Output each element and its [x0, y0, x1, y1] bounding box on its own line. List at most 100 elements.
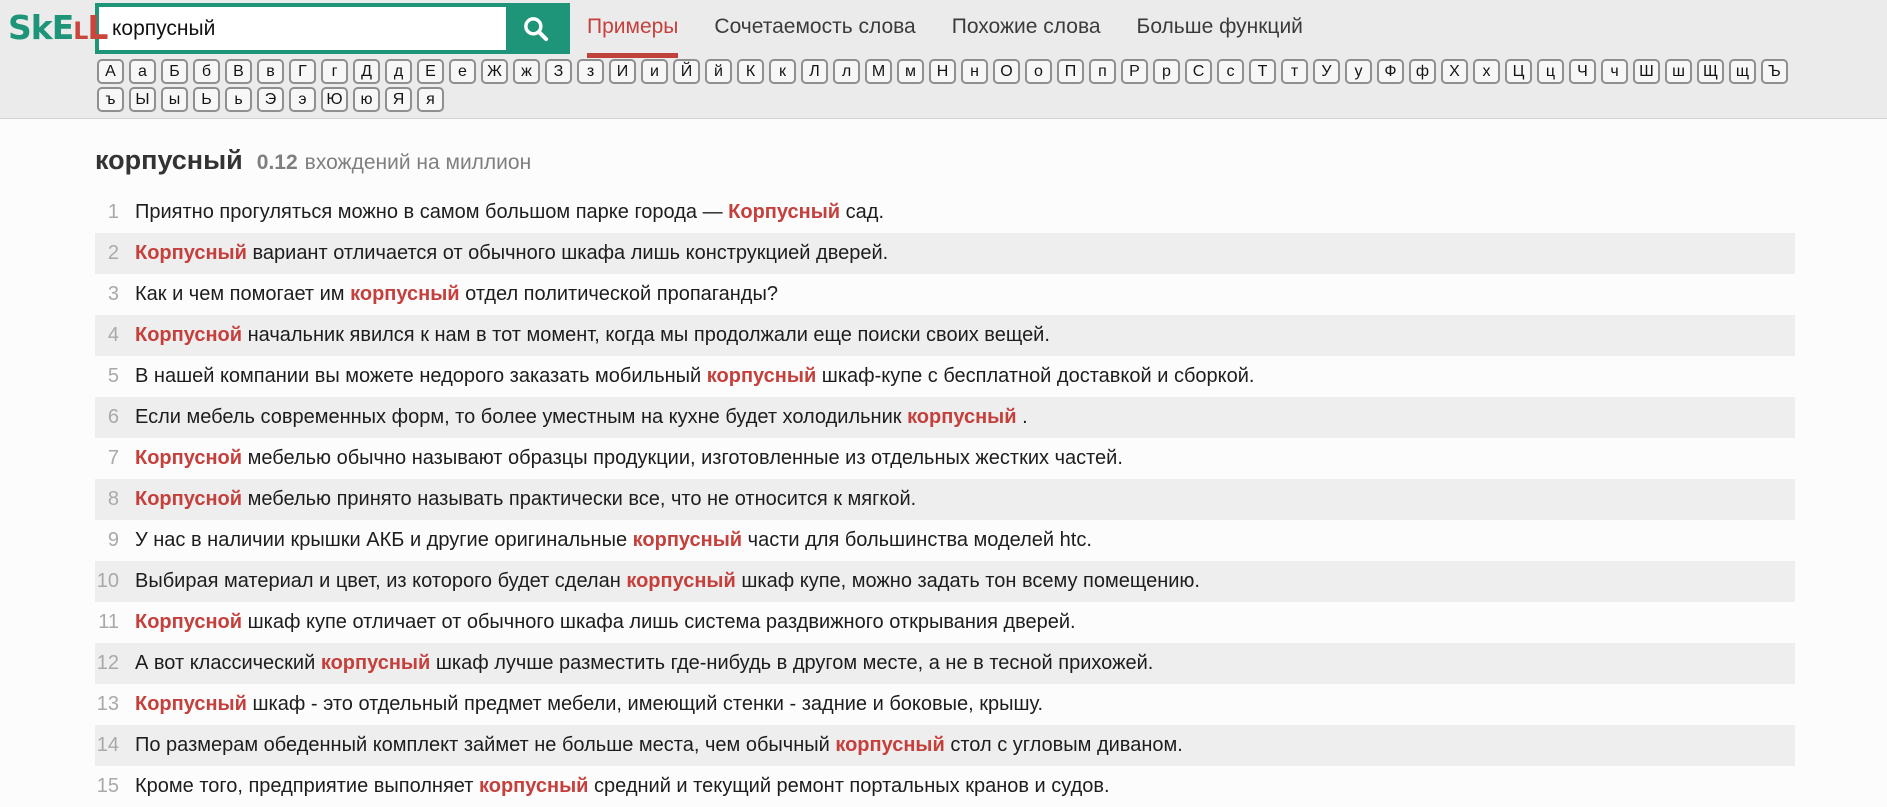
alphabet-letter-ж[interactable]: ж: [513, 59, 540, 84]
alphabet-letter-Б[interactable]: Б: [161, 59, 188, 84]
alphabet-letter-л[interactable]: л: [833, 59, 860, 84]
alphabet-letter-Э[interactable]: Э: [257, 87, 284, 112]
header-top-row: SkELL Примеры Сочетаемость слова Похожие…: [0, 0, 1887, 58]
alphabet-letter-э[interactable]: э: [289, 87, 316, 112]
example-row: 6Если мебель современных форм, то более …: [95, 397, 1795, 438]
alphabet-letter-Ы[interactable]: Ы: [129, 87, 156, 112]
alphabet-letter-Г[interactable]: Г: [289, 59, 316, 84]
example-row: 5В нашей компании вы можете недорого зак…: [95, 356, 1795, 397]
example-number: 14: [95, 734, 119, 757]
example-sentence: Корпусной мебелью обычно называют образц…: [135, 447, 1123, 470]
alphabet-letter-Т[interactable]: Т: [1249, 59, 1276, 84]
alphabet-letter-П[interactable]: П: [1057, 59, 1084, 84]
alphabet-letter-к[interactable]: к: [769, 59, 796, 84]
example-number: 1: [95, 201, 119, 224]
alphabet-letter-м[interactable]: м: [897, 59, 924, 84]
alphabet-letter-Х[interactable]: Х: [1441, 59, 1468, 84]
alphabet-letter-б[interactable]: б: [193, 59, 220, 84]
alphabet-letter-Ж[interactable]: Ж: [481, 59, 508, 84]
alphabet-letter-з[interactable]: з: [577, 59, 604, 84]
tab-similar-words[interactable]: Похожие слова: [952, 0, 1101, 58]
example-sentence: Корпусной начальник явился к нам в тот м…: [135, 324, 1050, 347]
alphabet-letter-я[interactable]: я: [417, 87, 444, 112]
examples-list: 1 Приятно прогуляться можно в самом больш…: [95, 192, 1795, 807]
alphabet-letter-М[interactable]: М: [865, 59, 892, 84]
frequency-unit: вхождений на миллион: [305, 151, 532, 175]
alphabet-letter-ю[interactable]: ю: [353, 87, 380, 112]
example-sentence: Как и чем помогает им корпусный отдел по…: [135, 283, 778, 306]
example-sentence: Корпусной шкаф купе отличает от обычного…: [135, 611, 1076, 634]
example-row: 1 Приятно прогуляться можно в самом больш…: [95, 192, 1795, 233]
alphabet-letter-С[interactable]: С: [1185, 59, 1212, 84]
skell-logo[interactable]: SkELL: [0, 0, 95, 86]
keyword-highlight: корпусный: [350, 283, 459, 305]
alphabet-letter-у[interactable]: у: [1345, 59, 1372, 84]
keyword-highlight: Корпусной: [135, 324, 242, 346]
tab-examples[interactable]: Примеры: [587, 0, 678, 58]
alphabet-letter-Н[interactable]: Н: [929, 59, 956, 84]
search-input[interactable]: [99, 7, 506, 50]
keyword-highlight: Корпусной: [135, 488, 242, 510]
example-number: 9: [95, 529, 119, 552]
alphabet-letter-ф[interactable]: ф: [1409, 59, 1436, 84]
alphabet-letter-г[interactable]: г: [321, 59, 348, 84]
alphabet-letter-и[interactable]: и: [641, 59, 668, 84]
keyword-highlight: Корпусный: [728, 201, 840, 223]
alphabet-letter-ь[interactable]: ь: [225, 87, 252, 112]
alphabet-letter-й[interactable]: й: [705, 59, 732, 84]
alphabet-letter-Ц[interactable]: Ц: [1505, 59, 1532, 84]
alphabet-letter-Й[interactable]: Й: [673, 59, 700, 84]
alphabet-letter-Е[interactable]: Е: [417, 59, 444, 84]
alphabet-letter-Щ[interactable]: Щ: [1697, 59, 1724, 84]
example-row: 13Корпусный шкаф - это отдельный предмет…: [95, 684, 1795, 725]
alphabet-letter-Ь[interactable]: Ь: [193, 87, 220, 112]
alphabet-letter-т[interactable]: т: [1281, 59, 1308, 84]
alphabet-letter-н[interactable]: н: [961, 59, 988, 84]
alphabet-letter-р[interactable]: р: [1153, 59, 1180, 84]
alphabet-letter-Ъ[interactable]: Ъ: [1761, 59, 1788, 84]
alphabet-letter-Л[interactable]: Л: [801, 59, 828, 84]
alphabet-letter-У[interactable]: У: [1313, 59, 1340, 84]
alphabet-letter-Р[interactable]: Р: [1121, 59, 1148, 84]
example-sentence: Приятно прогуляться можно в самом большо…: [135, 201, 884, 224]
alphabet-letter-ц[interactable]: ц: [1537, 59, 1564, 84]
example-number: 3: [95, 283, 119, 306]
tab-more-functions[interactable]: Больше функций: [1137, 0, 1303, 58]
alphabet-letter-о[interactable]: о: [1025, 59, 1052, 84]
alphabet-letter-п[interactable]: п: [1089, 59, 1116, 84]
alphabet-letter-Ч[interactable]: Ч: [1569, 59, 1596, 84]
keyword-highlight: Корпусной: [135, 447, 242, 469]
example-row: 15Кроме того, предприятие выполняет корп…: [95, 766, 1795, 807]
alphabet-letter-А[interactable]: А: [97, 59, 124, 84]
alphabet-letter-в[interactable]: в: [257, 59, 284, 84]
search-button[interactable]: [506, 7, 566, 50]
logo-teal-text: SkE: [8, 8, 73, 47]
alphabet-letter-Я[interactable]: Я: [385, 87, 412, 112]
keyword-highlight: корпусный: [835, 734, 944, 756]
example-sentence: По размерам обеденный комплект займет не…: [135, 734, 1183, 757]
alphabet-letter-Ю[interactable]: Ю: [321, 87, 348, 112]
alphabet-letter-щ[interactable]: щ: [1729, 59, 1756, 84]
alphabet-letter-ч[interactable]: ч: [1601, 59, 1628, 84]
alphabet-letter-а[interactable]: а: [129, 59, 156, 84]
alphabet-letter-Д[interactable]: Д: [353, 59, 380, 84]
search-box: [95, 3, 570, 54]
alphabet-letter-д[interactable]: д: [385, 59, 412, 84]
alphabet-letter-е[interactable]: е: [449, 59, 476, 84]
alphabet-letter-ш[interactable]: ш: [1665, 59, 1692, 84]
alphabet-letter-З[interactable]: З: [545, 59, 572, 84]
tab-word-sketch[interactable]: Сочетаемость слова: [714, 0, 915, 58]
alphabet-letter-ы[interactable]: ы: [161, 87, 188, 112]
alphabet-letter-В[interactable]: В: [225, 59, 252, 84]
alphabet-letter-И[interactable]: И: [609, 59, 636, 84]
example-row: 3 Как и чем помогает им корпусный отдел п…: [95, 274, 1795, 315]
alphabet-letter-К[interactable]: К: [737, 59, 764, 84]
alphabet-letter-О[interactable]: О: [993, 59, 1020, 84]
alphabet-letter-с[interactable]: с: [1217, 59, 1244, 84]
alphabet-letter-Ф[interactable]: Ф: [1377, 59, 1404, 84]
alphabet-letter-Ш[interactable]: Ш: [1633, 59, 1660, 84]
example-number: 6: [95, 406, 119, 429]
example-number: 5: [95, 365, 119, 388]
alphabet-letter-х[interactable]: х: [1473, 59, 1500, 84]
alphabet-letter-ъ[interactable]: ъ: [97, 87, 124, 112]
